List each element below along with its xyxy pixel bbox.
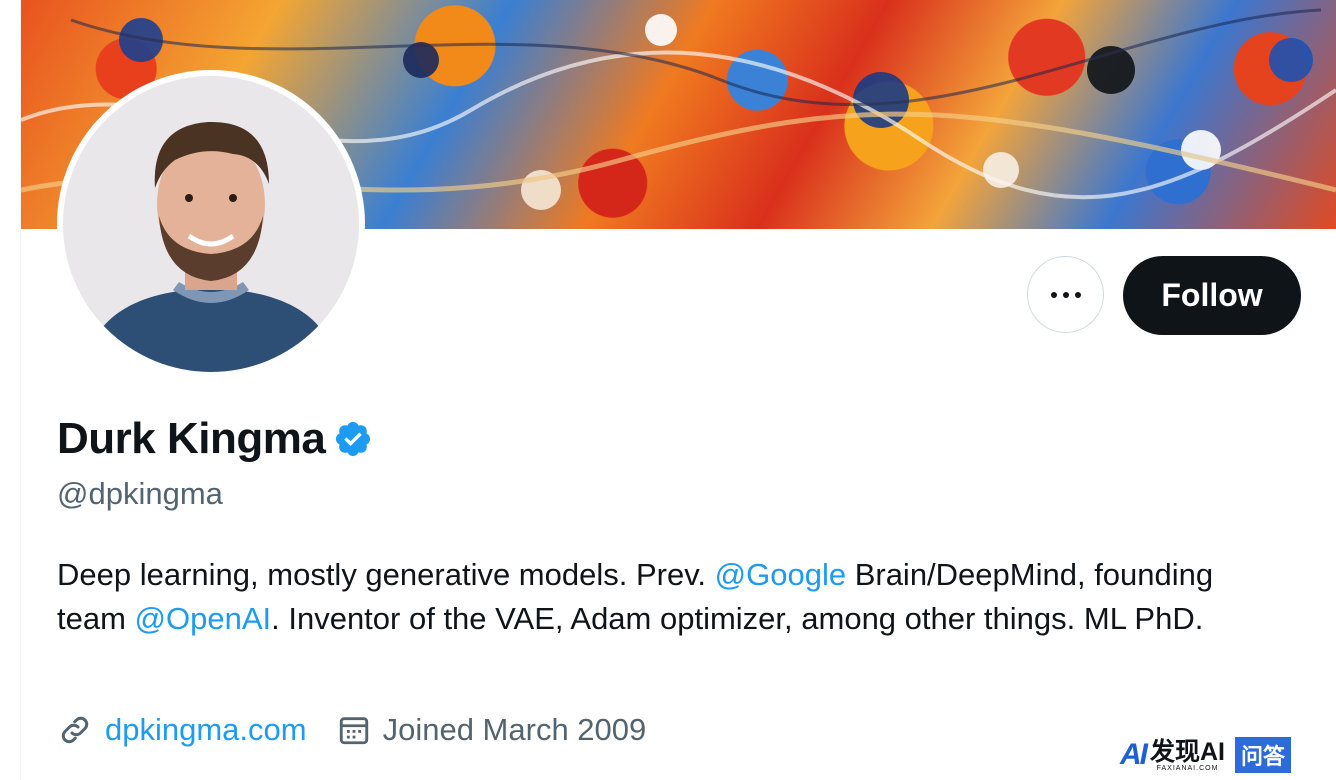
name-row: Durk Kingma	[57, 414, 373, 464]
display-name: Durk Kingma	[57, 414, 326, 463]
watermark: AI 发现AI FAXIANAI.COM 问答	[1120, 737, 1292, 773]
calendar-icon	[339, 717, 368, 745]
profile-page: Follow Durk Kingma @dpkingma Deep learni…	[0, 0, 1336, 780]
watermark-sub: FAXIANAI.COM	[1156, 764, 1219, 772]
website-link[interactable]: dpkingma.com	[105, 712, 307, 748]
mention-google-link[interactable]: @Google	[715, 557, 846, 592]
user-handle: @dpkingma	[57, 476, 223, 511]
mention-openai-link[interactable]: @OpenAI	[135, 601, 272, 636]
follow-button[interactable]: Follow	[1123, 256, 1301, 335]
watermark-badge: 问答	[1235, 737, 1292, 773]
link-icon	[61, 716, 89, 744]
avatar[interactable]	[63, 76, 359, 372]
more-horizontal-icon	[1048, 291, 1084, 298]
verified-badge-icon[interactable]	[325, 419, 373, 459]
watermark-text: 发现AI	[1150, 737, 1226, 766]
profile-bio: Deep learning, mostly generative models.…	[57, 553, 1237, 641]
joined-item: Joined March 2009	[337, 712, 647, 748]
bio-text: Deep learning, mostly generative models.…	[57, 557, 715, 592]
watermark-logo: AI	[1120, 738, 1148, 771]
bio-text: . Inventor of the VAE, Adam optimizer, a…	[271, 601, 1204, 636]
joined-date: Joined March 2009	[382, 712, 647, 747]
watermark-text-block: 发现AI FAXIANAI.COM	[1150, 739, 1225, 772]
profile-meta: dpkingma.com Joined March 2009	[57, 712, 676, 748]
website-item[interactable]: dpkingma.com	[57, 712, 307, 748]
more-options-button[interactable]	[1027, 256, 1104, 333]
avatar-frame[interactable]	[57, 70, 365, 378]
